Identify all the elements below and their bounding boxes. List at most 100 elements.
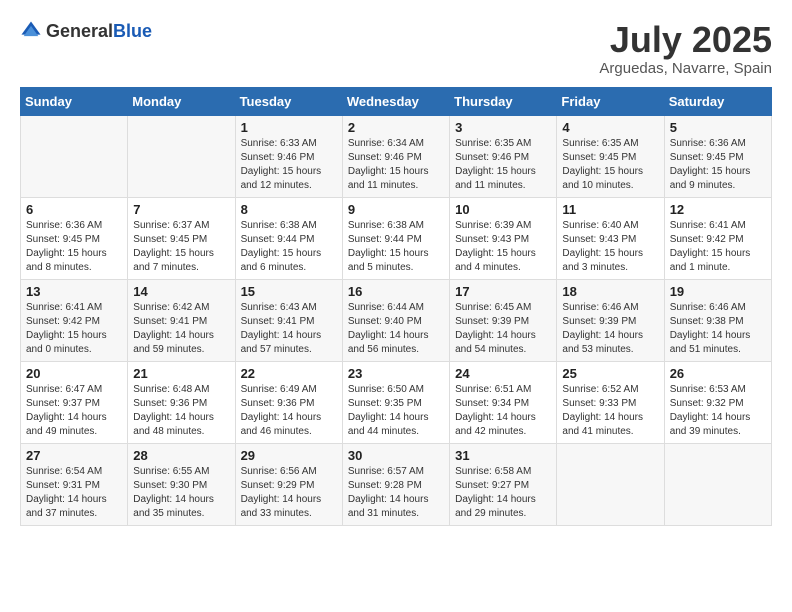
calendar-cell: 13 Sunrise: 6:41 AM Sunset: 9:42 PM Dayli… — [21, 279, 128, 361]
day-info: Sunrise: 6:42 AM Sunset: 9:41 PM Dayligh… — [133, 301, 229, 357]
calendar-cell: 21Sunrise: 6:48 AM Sunset: 9:36 PM Dayli… — [128, 361, 235, 443]
day-info: Sunrise: 6:34 AM Sunset: 9:46 PM Dayligh… — [348, 137, 444, 193]
calendar-cell: 9Sunrise: 6:38 AM Sunset: 9:44 PM Daylig… — [342, 197, 449, 279]
weekday-header: Thursday — [450, 87, 557, 115]
day-info: Sunrise: 6:52 AM Sunset: 9:33 PM Dayligh… — [562, 383, 658, 439]
calendar-cell: 25 Sunrise: 6:52 AM Sunset: 9:33 PM Dayli… — [557, 361, 664, 443]
calendar-cell: 14Sunrise: 6:42 AM Sunset: 9:41 PM Dayli… — [128, 279, 235, 361]
day-info: Sunrise: 6:39 AM Sunset: 9:43 PM Dayligh… — [455, 219, 551, 275]
day-number: 2 — [348, 120, 444, 135]
day-info: Sunrise: 6:41 AM Sunset: 9:42 PM Dayligh… — [670, 219, 766, 275]
weekday-header: Sunday — [21, 87, 128, 115]
day-number: 27 — [26, 448, 122, 463]
day-number: 25 — [562, 366, 658, 381]
logo-general: General — [46, 21, 113, 41]
logo-icon — [20, 20, 42, 42]
weekday-header: Friday — [557, 87, 664, 115]
day-number: 7 — [133, 202, 229, 217]
calendar-cell: 15Sunrise: 6:43 AM Sunset: 9:41 PM Dayli… — [235, 279, 342, 361]
weekday-header: Tuesday — [235, 87, 342, 115]
page-header: GeneralBlue July 2025 Arguedas, Navarre,… — [20, 20, 772, 77]
calendar-cell: 8Sunrise: 6:38 AM Sunset: 9:44 PM Daylig… — [235, 197, 342, 279]
logo-blue: Blue — [113, 21, 152, 41]
calendar-header-row: SundayMondayTuesdayWednesdayThursdayFrid… — [21, 87, 772, 115]
calendar-cell: 10 Sunrise: 6:39 AM Sunset: 9:43 PM Dayli… — [450, 197, 557, 279]
day-info: Sunrise: 6:38 AM Sunset: 9:44 PM Dayligh… — [348, 219, 444, 275]
day-number: 10 — [455, 202, 551, 217]
calendar-cell: 17 Sunrise: 6:45 AM Sunset: 9:39 PM Dayli… — [450, 279, 557, 361]
calendar-cell — [128, 115, 235, 197]
day-info: Sunrise: 6:54 AM Sunset: 9:31 PM Dayligh… — [26, 465, 122, 521]
calendar-cell: 6 Sunrise: 6:36 AM Sunset: 9:45 PM Daylig… — [21, 197, 128, 279]
logo: GeneralBlue — [20, 20, 152, 42]
day-number: 19 — [670, 284, 766, 299]
day-info: Sunrise: 6:45 AM Sunset: 9:39 PM Dayligh… — [455, 301, 551, 357]
day-info: Sunrise: 6:48 AM Sunset: 9:36 PM Dayligh… — [133, 383, 229, 439]
day-info: Sunrise: 6:36 AM Sunset: 9:45 PM Dayligh… — [26, 219, 122, 275]
calendar-cell: 27 Sunrise: 6:54 AM Sunset: 9:31 PM Dayli… — [21, 443, 128, 525]
calendar-cell: 4Sunrise: 6:35 AM Sunset: 9:45 PM Daylig… — [557, 115, 664, 197]
calendar-cell: 26Sunrise: 6:53 AM Sunset: 9:32 PM Dayli… — [664, 361, 771, 443]
day-info: Sunrise: 6:51 AM Sunset: 9:34 PM Dayligh… — [455, 383, 551, 439]
day-number: 24 — [455, 366, 551, 381]
day-info: Sunrise: 6:33 AM Sunset: 9:46 PM Dayligh… — [241, 137, 337, 193]
day-info: Sunrise: 6:41 AM Sunset: 9:42 PM Dayligh… — [26, 301, 122, 357]
day-info: Sunrise: 6:46 AM Sunset: 9:38 PM Dayligh… — [670, 301, 766, 357]
day-info: Sunrise: 6:43 AM Sunset: 9:41 PM Dayligh… — [241, 301, 337, 357]
day-info: Sunrise: 6:40 AM Sunset: 9:43 PM Dayligh… — [562, 219, 658, 275]
calendar-cell: 29 Sunrise: 6:56 AM Sunset: 9:29 PM Dayli… — [235, 443, 342, 525]
day-number: 11 — [562, 202, 658, 217]
day-number: 13 — [26, 284, 122, 299]
day-number: 5 — [670, 120, 766, 135]
day-number: 29 — [241, 448, 337, 463]
calendar-cell: 5 Sunrise: 6:36 AM Sunset: 9:45 PM Daylig… — [664, 115, 771, 197]
calendar-cell: 7 Sunrise: 6:37 AM Sunset: 9:45 PM Daylig… — [128, 197, 235, 279]
day-info: Sunrise: 6:37 AM Sunset: 9:45 PM Dayligh… — [133, 219, 229, 275]
day-number: 20 — [26, 366, 122, 381]
day-number: 3 — [455, 120, 551, 135]
day-number: 18 — [562, 284, 658, 299]
location-title: Arguedas, Navarre, Spain — [599, 60, 772, 77]
day-number: 22 — [241, 366, 337, 381]
day-info: Sunrise: 6:53 AM Sunset: 9:32 PM Dayligh… — [670, 383, 766, 439]
calendar-cell: 2 Sunrise: 6:34 AM Sunset: 9:46 PM Daylig… — [342, 115, 449, 197]
calendar-cell — [557, 443, 664, 525]
day-info: Sunrise: 6:38 AM Sunset: 9:44 PM Dayligh… — [241, 219, 337, 275]
day-number: 23 — [348, 366, 444, 381]
day-info: Sunrise: 6:44 AM Sunset: 9:40 PM Dayligh… — [348, 301, 444, 357]
day-number: 1 — [241, 120, 337, 135]
calendar-cell: 23 Sunrise: 6:50 AM Sunset: 9:35 PM Dayli… — [342, 361, 449, 443]
day-info: Sunrise: 6:35 AM Sunset: 9:45 PM Dayligh… — [562, 137, 658, 193]
calendar-cell: 20 Sunrise: 6:47 AM Sunset: 9:37 PM Dayli… — [21, 361, 128, 443]
title-block: July 2025 Arguedas, Navarre, Spain — [599, 20, 772, 77]
calendar-cell: 19 Sunrise: 6:46 AM Sunset: 9:38 PM Dayli… — [664, 279, 771, 361]
day-number: 17 — [455, 284, 551, 299]
day-number: 28 — [133, 448, 229, 463]
calendar-cell: 1 Sunrise: 6:33 AM Sunset: 9:46 PM Daylig… — [235, 115, 342, 197]
day-info: Sunrise: 6:57 AM Sunset: 9:28 PM Dayligh… — [348, 465, 444, 521]
calendar-cell: 12 Sunrise: 6:41 AM Sunset: 9:42 PM Dayli… — [664, 197, 771, 279]
calendar-week-row: 6 Sunrise: 6:36 AM Sunset: 9:45 PM Daylig… — [21, 197, 772, 279]
day-number: 6 — [26, 202, 122, 217]
calendar-cell: 30Sunrise: 6:57 AM Sunset: 9:28 PM Dayli… — [342, 443, 449, 525]
calendar-cell: 18Sunrise: 6:46 AM Sunset: 9:39 PM Dayli… — [557, 279, 664, 361]
day-info: Sunrise: 6:58 AM Sunset: 9:27 PM Dayligh… — [455, 465, 551, 521]
weekday-header: Monday — [128, 87, 235, 115]
calendar-cell — [21, 115, 128, 197]
day-info: Sunrise: 6:47 AM Sunset: 9:37 PM Dayligh… — [26, 383, 122, 439]
day-info: Sunrise: 6:50 AM Sunset: 9:35 PM Dayligh… — [348, 383, 444, 439]
day-info: Sunrise: 6:49 AM Sunset: 9:36 PM Dayligh… — [241, 383, 337, 439]
calendar-cell: 11 Sunrise: 6:40 AM Sunset: 9:43 PM Dayli… — [557, 197, 664, 279]
calendar-week-row: 20 Sunrise: 6:47 AM Sunset: 9:37 PM Dayli… — [21, 361, 772, 443]
calendar-cell: 3Sunrise: 6:35 AM Sunset: 9:46 PM Daylig… — [450, 115, 557, 197]
calendar-cell: 31Sunrise: 6:58 AM Sunset: 9:27 PM Dayli… — [450, 443, 557, 525]
day-info: Sunrise: 6:56 AM Sunset: 9:29 PM Dayligh… — [241, 465, 337, 521]
day-number: 16 — [348, 284, 444, 299]
calendar-cell — [664, 443, 771, 525]
calendar-week-row: 13 Sunrise: 6:41 AM Sunset: 9:42 PM Dayli… — [21, 279, 772, 361]
calendar-table: SundayMondayTuesdayWednesdayThursdayFrid… — [20, 87, 772, 526]
day-number: 12 — [670, 202, 766, 217]
calendar-cell: 22 Sunrise: 6:49 AM Sunset: 9:36 PM Dayli… — [235, 361, 342, 443]
day-info: Sunrise: 6:36 AM Sunset: 9:45 PM Dayligh… — [670, 137, 766, 193]
calendar-cell: 24 Sunrise: 6:51 AM Sunset: 9:34 PM Dayli… — [450, 361, 557, 443]
